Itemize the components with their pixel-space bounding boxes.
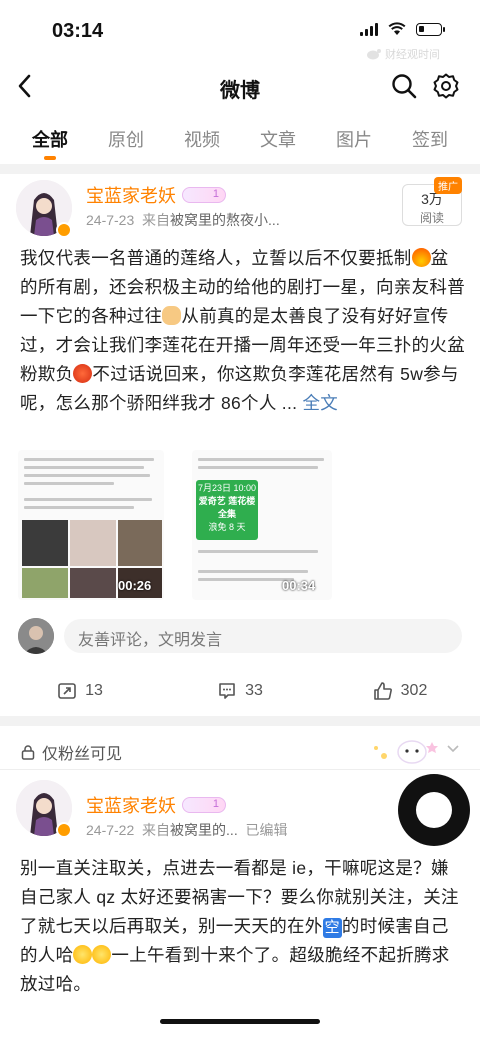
author-name[interactable]: 宝蓝家老妖 — [86, 182, 176, 208]
home-indicator[interactable] — [160, 1019, 320, 1024]
comment-icon — [219, 683, 235, 699]
thumb-text-line — [24, 506, 134, 509]
post-text: 我仅代表一名普通的莲络人，立誓以后不仅要抵制 盆的所有剧，还会积极主动的给他的剧打… — [20, 244, 466, 418]
watermark-text: 财经观时间 — [385, 49, 440, 61]
thumb-text-line — [24, 498, 152, 501]
video-duration: 00:26 — [118, 578, 152, 593]
tab-article[interactable]: 文章 — [243, 118, 313, 164]
source-prefix: 来自 — [142, 212, 171, 228]
thumb-image — [118, 520, 162, 566]
comment-row: 友善评论，文明发言 — [0, 616, 480, 658]
like-count: 302 — [400, 682, 428, 699]
post-date: 24-7-23 — [86, 212, 135, 228]
wifi-icon — [388, 22, 406, 35]
crying-face-icon — [92, 945, 112, 964]
video-thumbnail[interactable]: 7月23日 10:00 爱奇艺 莲花楼 全集 浪免 8 天 00:34 — [192, 450, 332, 600]
card-decoration — [362, 736, 462, 764]
search-icon[interactable] — [390, 72, 418, 100]
thumb-text-line — [24, 466, 144, 469]
member-badge: 1 — [182, 797, 226, 813]
post-meta: 24-7-22 来自被窝里的... 已编辑 — [86, 820, 288, 840]
promo-card: 7月23日 10:00 爱奇艺 莲花楼 全集 浪免 8 天 — [196, 480, 258, 540]
thumbs-up-icon — [373, 682, 392, 700]
thumb-image — [22, 520, 68, 566]
tab-checkin[interactable]: 签到 — [395, 118, 465, 164]
promo-date: 7月23日 10:00 — [197, 483, 257, 493]
read-count-box: 推广 3万 阅读 — [402, 177, 462, 226]
signal-icon — [360, 22, 378, 36]
repost-count: 13 — [85, 682, 103, 699]
promo-sub: 浪免 8 天 — [208, 522, 246, 532]
my-avatar-image — [18, 618, 54, 654]
section-divider — [0, 164, 480, 174]
gear-icon[interactable] — [432, 72, 460, 100]
tab-bar: 全部 原创 视频 文章 图片 签到 — [0, 118, 480, 164]
promo-title-2: 全集 — [217, 509, 236, 519]
verified-badge — [56, 822, 72, 838]
thumb-text-line — [198, 578, 294, 581]
verified-badge — [56, 222, 72, 238]
post-meta: 24-7-23 来自被窝里的熬夜小... — [86, 210, 280, 230]
repost-icon — [58, 683, 76, 699]
comment-input[interactable]: 友善评论，文明发言 — [64, 619, 462, 653]
tab-all[interactable]: 全部 — [15, 118, 85, 164]
laugh-cry-icon — [73, 945, 93, 964]
thumb-image — [70, 568, 116, 598]
cat-sticker-icon — [374, 740, 459, 764]
floating-assistive-button[interactable] — [398, 774, 470, 846]
comment-count: 33 — [245, 682, 263, 699]
member-badge: 1 — [182, 187, 226, 203]
expand-full-text-link[interactable]: 全文 — [302, 393, 338, 413]
battery-icon — [416, 22, 445, 36]
post-text-part: 我仅代表一名普通的莲络人，立誓以后不仅要抵制 — [20, 248, 412, 268]
my-avatar[interactable] — [18, 618, 54, 654]
angry-face-icon — [73, 364, 93, 383]
tab-video[interactable]: 视频 — [167, 118, 237, 164]
promoted-tag: 推广 — [434, 177, 462, 194]
watermark: 财经观时间 — [366, 46, 440, 62]
empty-sign-icon: 空 — [322, 918, 342, 938]
thumb-text-line — [198, 570, 308, 573]
edited-label: 已编辑 — [245, 822, 288, 838]
thumb-text-line — [198, 458, 324, 461]
video-thumbnail[interactable]: 00:26 — [18, 450, 164, 600]
promo-title: 爱奇艺 莲花楼 — [198, 496, 256, 506]
repost-button[interactable]: 13 — [0, 676, 160, 706]
post-source[interactable]: 被窝里的熬夜小... — [170, 212, 280, 228]
author-line: 宝蓝家老妖 1 — [86, 792, 226, 818]
thumb-text-line — [198, 466, 318, 469]
status-bar: 03:14 财经观时间 — [0, 0, 480, 62]
thumb-image — [70, 520, 116, 566]
source-prefix: 来自 — [142, 822, 171, 838]
status-time: 03:14 — [52, 20, 104, 42]
visibility-bar: 仅粉丝可见 — [0, 728, 480, 770]
post-media: 00:26 7月23日 10:00 爱奇艺 莲花楼 全集 浪免 8 天 00:3… — [18, 450, 332, 600]
hand-icon — [162, 306, 182, 325]
visibility-label: 仅粉丝可见 — [20, 740, 122, 764]
post-date: 24-7-22 — [86, 822, 135, 838]
thumb-text-line — [24, 482, 114, 485]
post-actions: 13 33 302 — [0, 676, 480, 706]
fire-icon — [411, 248, 431, 267]
thumb-text-line — [24, 458, 154, 461]
like-button[interactable]: 302 — [320, 676, 480, 706]
author-line: 宝蓝家老妖 1 — [86, 182, 226, 208]
thumb-text-line — [24, 474, 150, 477]
top-nav: 微博 — [0, 62, 480, 112]
tab-original[interactable]: 原创 — [91, 118, 161, 164]
status-icons — [360, 22, 445, 36]
thumb-image — [22, 568, 68, 598]
post-text: 别一直关注取关，点进去一看都是 ie，干嘛呢这是？嫌自己家人 qz 太好还要祸害… — [20, 854, 466, 999]
visibility-text: 仅粉丝可见 — [42, 746, 123, 763]
video-duration: 00:34 — [282, 578, 316, 593]
comment-button[interactable]: 33 — [160, 676, 320, 706]
section-divider — [0, 716, 480, 726]
post-source[interactable]: 被窝里的... — [170, 822, 238, 838]
lock-icon — [21, 745, 35, 760]
author-name[interactable]: 宝蓝家老妖 — [86, 792, 176, 818]
weibo-logo-icon — [367, 49, 381, 60]
thumb-text-line — [198, 550, 318, 553]
tab-image[interactable]: 图片 — [319, 118, 389, 164]
read-label: 阅读 — [419, 211, 444, 225]
